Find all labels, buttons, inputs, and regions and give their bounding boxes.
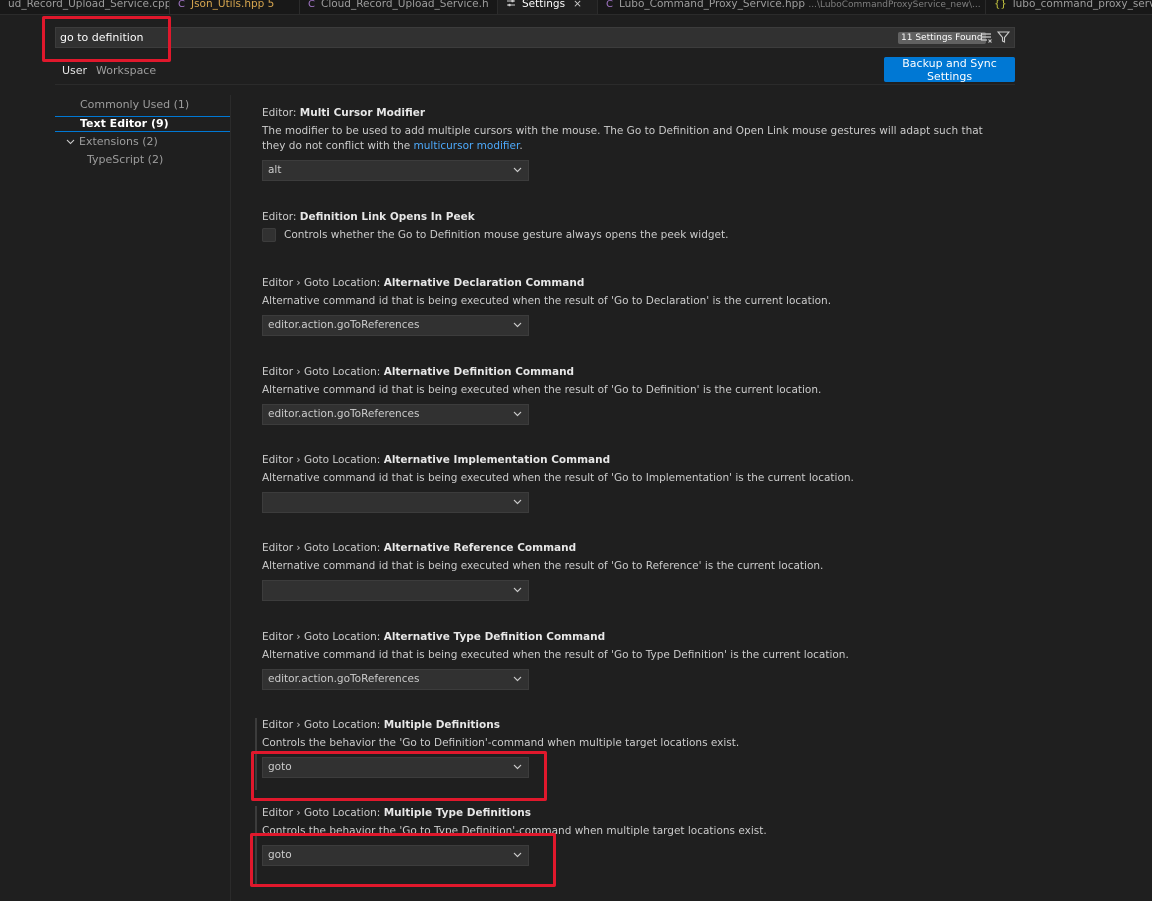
tab-settings[interactable]: Settings × [498,0,598,14]
chevron-down-icon [513,676,522,682]
setting-description: The modifier to be used to add multiple … [262,125,983,152]
annotation-highlight-multiple-definitions [251,751,547,801]
definition-link-peek-checkbox[interactable] [262,228,276,242]
results-count-badge: 11 Settings Found [898,32,986,44]
backup-sync-button[interactable]: Backup and Sync Settings [884,57,1015,83]
toc-item-typescript[interactable]: TypeScript (2) [87,153,163,166]
setting-alt-reference-command: Editor › Goto Location: Alternative Refe… [262,542,1022,601]
alt-definition-command-select[interactable]: editor.action.goToReferences [262,404,529,425]
toc-label: TypeScript [87,153,145,166]
json-file-icon: {} [994,0,1007,10]
settings-icon [507,0,515,7]
chevron-down-icon[interactable] [66,139,75,145]
tab-lubo-command-proxy-json[interactable]: {} lubo_command_proxy_servi [986,0,1152,14]
setting-title: Editor: Multi Cursor Modifier [262,107,426,119]
toc-label: Commonly Used [80,98,171,111]
setting-title: Editor › Goto Location: Multiple Type De… [262,807,532,819]
problem-count-badge: 5 [267,0,275,10]
toc-item-extensions[interactable]: Extensions (2) [66,135,158,148]
setting-multi-cursor-modifier: Editor: Multi Cursor Modifier The modifi… [262,107,1022,181]
settings-search-box [55,27,1015,48]
toc-count: (2) [147,153,164,166]
setting-title: Editor › Goto Location: Alternative Impl… [262,454,611,466]
setting-description: Alternative command id that is being exe… [262,295,832,307]
chevron-down-icon [513,587,522,593]
toc-count: (9) [150,117,169,130]
toc-label: Extensions [79,135,139,148]
setting-definition-link-peek: Editor: Definition Link Opens In Peek Co… [262,211,1022,242]
setting-title: Editor › Goto Location: Multiple Definit… [262,719,500,731]
multicursor-modifier-link[interactable]: multicursor modifier [414,140,520,152]
alt-type-definition-command-select[interactable]: editor.action.goToReferences [262,669,529,690]
setting-alt-declaration-command: Editor › Goto Location: Alternative Decl… [262,277,1022,336]
setting-alt-type-definition-command: Editor › Goto Location: Alternative Type… [262,631,1022,690]
tab-workspace-settings[interactable]: Workspace [96,64,156,77]
chevron-down-icon [513,499,522,505]
tab-label: Json_Utils.hpp [190,0,265,10]
setting-description: Alternative command id that is being exe… [262,649,849,661]
tab-label: Cloud_Record_Upload_Service.h [320,0,489,10]
alt-declaration-command-select[interactable]: editor.action.goToReferences [262,315,529,336]
close-icon[interactable]: × [573,0,582,10]
setting-alt-definition-command: Editor › Goto Location: Alternative Defi… [262,366,1022,425]
setting-description: Alternative command id that is being exe… [262,384,822,396]
toc-item-text-editor[interactable]: Text Editor (9) [55,116,230,132]
scope-divider [55,84,1015,85]
setting-description: Controls whether the Go to Definition mo… [284,229,729,241]
editor-tab-bar: ud_Record_Upload_Service.cpp C Json_Utils… [0,0,1152,15]
tab-label: lubo_command_proxy_servi [1012,0,1152,10]
setting-title: Editor › Goto Location: Alternative Refe… [262,542,577,554]
tab-record-upload-cpp[interactable]: ud_Record_Upload_Service.cpp [0,0,170,14]
filter-icon[interactable] [997,30,1010,44]
alt-reference-command-select[interactable] [262,580,529,601]
tab-json-utils[interactable]: C Json_Utils.hpp 5 [170,0,300,14]
tab-user-settings[interactable]: User [56,64,94,85]
setting-description: Controls the behavior the 'Go to Definit… [262,737,740,749]
toc-count: (2) [142,135,158,148]
tab-label: Settings [522,0,566,10]
multi-cursor-modifier-select[interactable]: alt [262,160,529,181]
tab-label: ud_Record_Upload_Service.cpp [8,0,170,10]
setting-alt-implementation-command: Editor › Goto Location: Alternative Impl… [262,454,1022,513]
setting-title: Editor: Definition Link Opens In Peek [262,211,475,223]
tab-lubo-command-proxy-hpp[interactable]: C Lubo_Command_Proxy_Service.hpp ...\Lubo… [598,0,986,14]
setting-description: Alternative command id that is being exe… [262,472,854,484]
tab-label: Lubo_Command_Proxy_Service.hpp [618,0,806,10]
chevron-down-icon [513,167,522,173]
setting-title: Editor › Goto Location: Alternative Type… [262,631,606,643]
toc-label: Text Editor [80,117,148,130]
setting-description: Alternative command id that is being exe… [262,560,824,572]
cpp-file-icon: C [606,0,613,10]
settings-search-input[interactable] [60,29,860,46]
annotation-highlight-multiple-type-definitions [250,833,556,887]
cpp-file-icon: C [308,0,315,10]
tab-cloud-record-upload-h[interactable]: C Cloud_Record_Upload_Service.h [300,0,498,14]
chevron-down-icon [513,411,522,417]
cpp-file-icon: C [178,0,185,10]
alt-implementation-command-select[interactable] [262,492,529,513]
chevron-down-icon [513,322,522,328]
clear-filter-icon[interactable] [980,30,992,44]
setting-title: Editor › Goto Location: Alternative Decl… [262,277,585,289]
toc-item-commonly-used[interactable]: Commonly Used (1) [80,98,189,111]
toc-count: (1) [173,98,190,111]
tab-path: ...\LuboCommandProxyService_new\... [808,0,981,10]
toc-divider [230,95,231,901]
annotation-highlight-search [42,16,171,62]
setting-title: Editor › Goto Location: Alternative Defi… [262,366,575,378]
